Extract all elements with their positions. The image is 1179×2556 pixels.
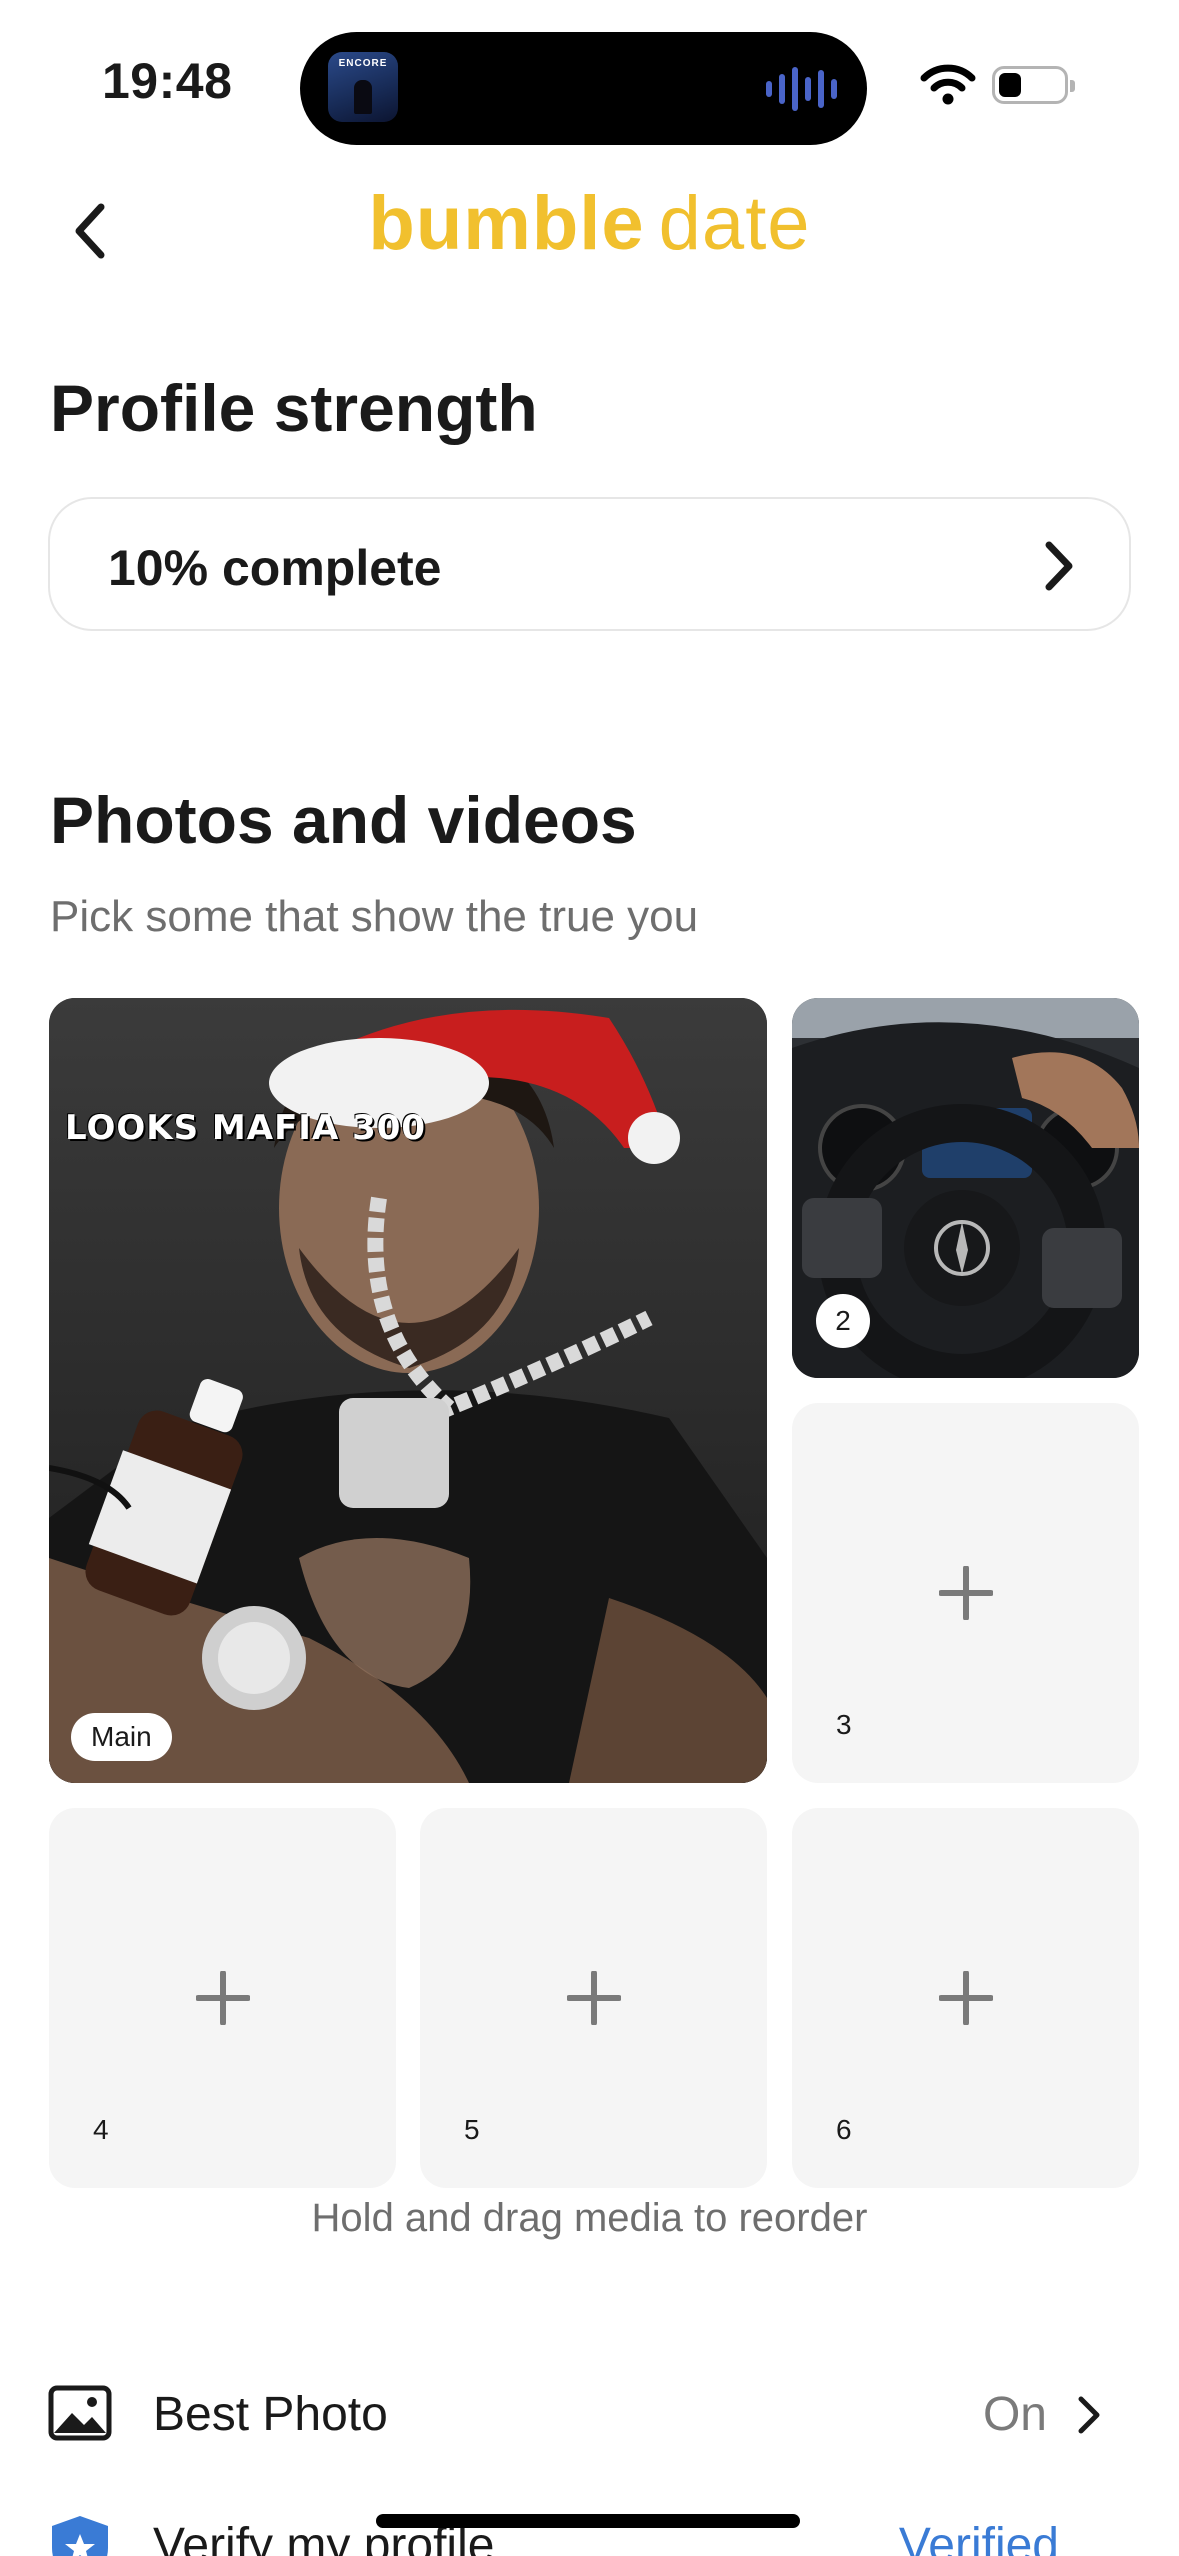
- photo-slot-5-number: 5: [464, 2114, 480, 2145]
- profile-strength-card[interactable]: 10% complete: [48, 497, 1131, 631]
- main-photo-slot[interactable]: LOOKS MAFIA 300 Main: [49, 998, 767, 1783]
- photo-slot-4[interactable]: 4: [49, 1808, 396, 2188]
- add-photo-icon: [195, 1971, 250, 2025]
- photo-slot-5[interactable]: 5: [420, 1808, 767, 2188]
- best-photo-value: On: [982, 2388, 1047, 2441]
- chevron-right-icon: [1045, 541, 1073, 591]
- image-icon: [48, 2385, 112, 2441]
- photo-slot-6-number: 6: [836, 2114, 852, 2145]
- photo-slot-6[interactable]: 6: [792, 1808, 1139, 2188]
- chevron-right-icon: [1078, 2396, 1100, 2434]
- profile-edit-screen: 19:48 ENCORE bumble date Profile strength…: [0, 0, 1179, 2556]
- logo-bumble: bumble: [368, 181, 645, 266]
- photo-slot-4-number: 4: [93, 2114, 109, 2145]
- add-photo-icon: [566, 1971, 621, 2025]
- album-figure: [354, 80, 372, 114]
- main-photo-badge: Main: [71, 1713, 172, 1761]
- verify-profile-value: Verified: [898, 2519, 1059, 2556]
- battery-icon: [992, 66, 1075, 104]
- main-photo-overlay-text: LOOKS MAFIA 300: [65, 1108, 427, 1148]
- photo-slot-2-number: 2: [816, 1294, 870, 1348]
- add-photo-icon: [938, 1566, 993, 1620]
- photo-slot-2[interactable]: 2: [792, 998, 1139, 1378]
- profile-strength-status: 10% complete: [108, 540, 442, 596]
- home-indicator[interactable]: [376, 2514, 800, 2528]
- photos-title: Photos and videos: [50, 783, 637, 857]
- best-photo-label: Best Photo: [153, 2388, 388, 2441]
- logo-date: date: [658, 181, 811, 266]
- dynamic-island[interactable]: ENCORE: [300, 32, 867, 145]
- add-photo-icon: [938, 1971, 993, 2025]
- status-time: 19:48: [102, 53, 233, 109]
- album-title: ENCORE: [338, 58, 388, 69]
- profile-strength-title: Profile strength: [50, 371, 538, 445]
- verified-shield-icon: [52, 2516, 108, 2556]
- bumble-date-logo: bumble date: [0, 180, 1179, 267]
- best-photo-row[interactable]: Best Photo On: [0, 2365, 1179, 2465]
- photo-slot-3[interactable]: 3: [792, 1403, 1139, 1783]
- reorder-hint: Hold and drag media to reorder: [311, 2196, 868, 2240]
- wifi-icon: [920, 64, 976, 105]
- photos-subtitle: Pick some that show the true you: [50, 892, 699, 941]
- photo-slot-3-number: 3: [836, 1709, 852, 1740]
- audio-waveform-icon: [766, 66, 837, 112]
- now-playing-album-art: ENCORE: [328, 52, 398, 122]
